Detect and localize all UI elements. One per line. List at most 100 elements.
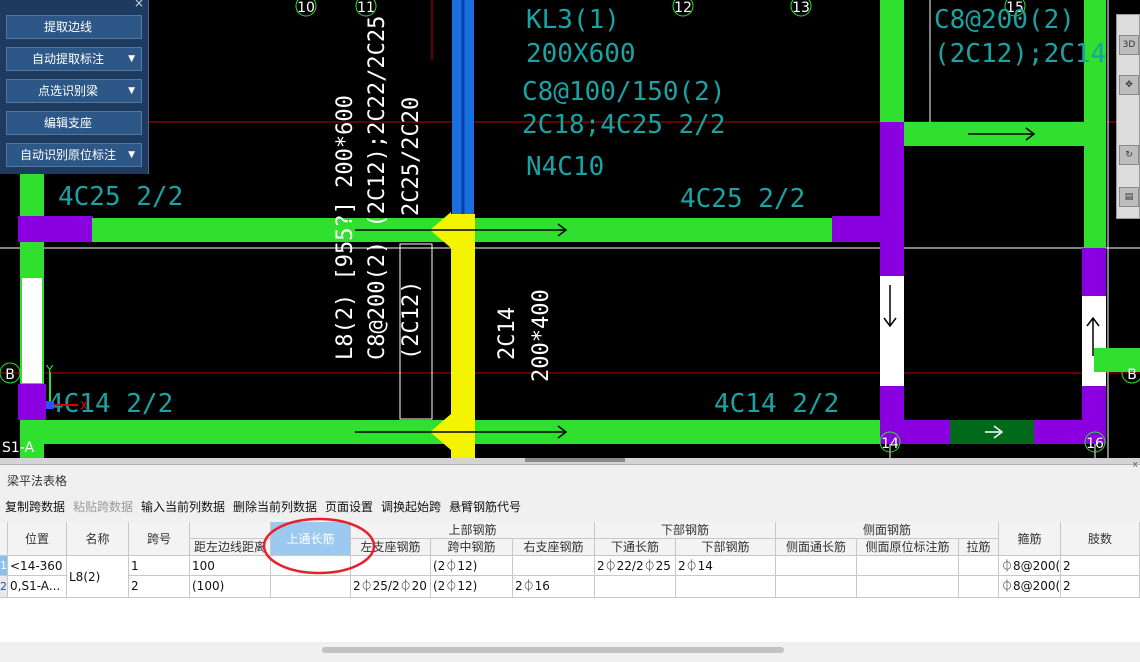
- page-setup-button[interactable]: 页面设置: [325, 498, 373, 515]
- col-header-position[interactable]: 位置: [8, 522, 67, 556]
- cell-name[interactable]: L8(2): [67, 556, 129, 598]
- axis-label-b-left: B: [5, 367, 15, 383]
- col-header-legs[interactable]: 肢数: [1061, 522, 1140, 556]
- beam-table-panel: 梁平法表格 x 复制跨数据 粘贴跨数据 输入当前列数据 删除当前列数据 页面设置…: [0, 458, 1140, 662]
- cell-bottom-through[interactable]: [595, 576, 676, 598]
- col-header-dist[interactable]: 距左边线距离: [190, 539, 271, 556]
- cell-mid-span[interactable]: (2⏀12): [431, 576, 513, 598]
- pan-icon[interactable]: ✥: [1119, 75, 1139, 95]
- cantilever-rebar-code-button[interactable]: 悬臂钢筋代号: [449, 498, 521, 515]
- kl3-waist: N4C10: [526, 152, 604, 182]
- copy-span-data-button[interactable]: 复制跨数据: [5, 498, 65, 515]
- cell-left-seat[interactable]: 2⏀25/2⏀20: [351, 576, 431, 598]
- cell-side-through[interactable]: [776, 556, 857, 576]
- edit-support-button[interactable]: 编辑支座: [6, 111, 142, 135]
- swap-start-span-button[interactable]: 调换起始跨: [381, 498, 441, 515]
- col-header-tie[interactable]: 拉筋: [959, 539, 999, 556]
- delete-column-data-button[interactable]: 删除当前列数据: [233, 498, 317, 515]
- col-header-left-seat[interactable]: 左支座钢筋: [351, 539, 431, 556]
- cell-legs[interactable]: 2: [1061, 556, 1140, 576]
- dropdown-arrow-icon[interactable]: ▼: [128, 144, 135, 166]
- header-blank: [190, 522, 271, 539]
- col-header-bottom-rebar[interactable]: 下部钢筋: [676, 539, 776, 556]
- scrollbar-thumb[interactable]: [322, 647, 784, 653]
- cell-dist[interactable]: 100: [190, 556, 271, 576]
- axis-label-16: 16: [1086, 436, 1104, 452]
- cell-left-seat[interactable]: [351, 556, 431, 576]
- top-right-line2: (2C12);2C14: [934, 39, 1106, 69]
- svg-text:X: X: [80, 399, 88, 413]
- input-column-data-button[interactable]: 输入当前列数据: [141, 498, 225, 515]
- cell-top-through[interactable]: [271, 556, 351, 576]
- auto-identify-in-situ-button[interactable]: 自动识别原位标注 ▼: [6, 143, 142, 167]
- cell-right-seat[interactable]: [513, 556, 595, 576]
- orbit-icon[interactable]: ↻: [1119, 145, 1139, 165]
- col-header-side-through[interactable]: 侧面通长筋: [776, 539, 857, 556]
- cell-bottom-rebar[interactable]: 2⏀14: [676, 556, 776, 576]
- beam-top-right-label: 4C25 2/2: [680, 184, 805, 214]
- cell-position[interactable]: 0,S1-A...: [8, 576, 67, 598]
- col-header-span[interactable]: 跨号: [129, 522, 190, 556]
- dropdown-arrow-icon[interactable]: ▼: [128, 48, 135, 70]
- l8-line1: L8(2) [955?] 200*600: [333, 95, 358, 360]
- svg-text:Y: Y: [45, 363, 54, 377]
- view-cube-icon[interactable]: 3D: [1119, 35, 1139, 55]
- cell-bottom-through[interactable]: 2⏀22/2⏀25: [595, 556, 676, 576]
- cell-stirrup[interactable]: ⏀8@200(: [999, 556, 1061, 576]
- top-right-line1: C8@200(2): [934, 5, 1075, 35]
- cell-side-in-situ[interactable]: [857, 556, 959, 576]
- cell-mid-span[interactable]: (2⏀12): [431, 556, 513, 576]
- col-header-top-through[interactable]: 上通长筋: [271, 522, 351, 556]
- table-close-icon[interactable]: x: [1133, 460, 1138, 470]
- paste-span-data-button[interactable]: 粘贴跨数据: [73, 498, 133, 515]
- col-header-right-seat[interactable]: 右支座钢筋: [513, 539, 595, 556]
- cell-legs[interactable]: 2: [1061, 576, 1140, 598]
- layers-icon[interactable]: ▤: [1119, 187, 1139, 207]
- dropdown-arrow-icon[interactable]: ▼: [128, 80, 135, 102]
- axis-label-11: 11: [357, 0, 375, 16]
- splitter[interactable]: [0, 458, 1140, 465]
- cell-top-through[interactable]: [271, 576, 351, 598]
- support-left-bottom: [18, 384, 46, 420]
- axis-label-b-right: B: [1127, 367, 1137, 383]
- col-header-stirrup[interactable]: 箍筋: [999, 522, 1061, 556]
- col-header-side-in-situ[interactable]: 侧面原位标注筋: [857, 539, 959, 556]
- cell-span[interactable]: 2: [129, 576, 190, 598]
- selected-beam-l8: [451, 214, 475, 458]
- cell-side-in-situ[interactable]: [857, 576, 959, 598]
- recognition-panel: × 提取边线 自动提取标注 ▼ 点选识别梁 ▼ 编辑支座 自动识别原位标注 ▼: [0, 0, 149, 174]
- axis-label-13: 13: [792, 0, 810, 16]
- l8-line3: (2C12): [399, 281, 424, 360]
- cell-tie[interactable]: [959, 576, 999, 598]
- mid-beam-line1: 2C14: [495, 307, 520, 360]
- extract-edge-button[interactable]: 提取边线: [6, 15, 142, 39]
- cell-tie[interactable]: [959, 556, 999, 576]
- group-header-top-rebar: 上部钢筋: [351, 522, 595, 539]
- pick-identify-beam-button[interactable]: 点选识别梁 ▼: [6, 79, 142, 103]
- auto-extract-annotation-button[interactable]: 自动提取标注 ▼: [6, 47, 142, 71]
- panel-close-icon[interactable]: ×: [134, 0, 144, 10]
- cad-drawing-canvas[interactable]: 10 11 12 13 15 14 16 B B S1-A KL3(1) 200…: [0, 0, 1140, 458]
- cell-bottom-rebar[interactable]: [676, 576, 776, 598]
- label-s1-a: S1-A: [2, 440, 35, 456]
- group-header-side-rebar: 侧面钢筋: [776, 522, 999, 539]
- cell-side-through[interactable]: [776, 576, 857, 598]
- row-number[interactable]: 1: [0, 556, 8, 576]
- group-header-bottom-rebar: 下部钢筋: [595, 522, 776, 539]
- kl3-stirrup: C8@100/150(2): [522, 77, 726, 107]
- kl3-name: KL3(1): [526, 5, 620, 35]
- beam-top-left-label: 4C25 2/2: [58, 182, 183, 212]
- cell-dist[interactable]: (100): [190, 576, 271, 598]
- col-header-name[interactable]: 名称: [67, 522, 129, 556]
- cell-stirrup[interactable]: ⏀8@200(: [999, 576, 1061, 598]
- cell-span[interactable]: 1: [129, 556, 190, 576]
- l8-line4: 2C25/2C20: [399, 97, 424, 216]
- horizontal-scrollbar[interactable]: [0, 644, 1140, 656]
- cell-right-seat[interactable]: 2⏀16: [513, 576, 595, 598]
- cell-position[interactable]: <14-360: [8, 556, 67, 576]
- splitter-grip[interactable]: [525, 458, 625, 462]
- cad-drawing: 10 11 12 13 15 14 16 B B S1-A KL3(1) 200…: [0, 0, 1140, 458]
- col-header-mid-span[interactable]: 跨中钢筋: [431, 539, 513, 556]
- col-header-bottom-through[interactable]: 下通长筋: [595, 539, 676, 556]
- row-number[interactable]: 2: [0, 576, 8, 598]
